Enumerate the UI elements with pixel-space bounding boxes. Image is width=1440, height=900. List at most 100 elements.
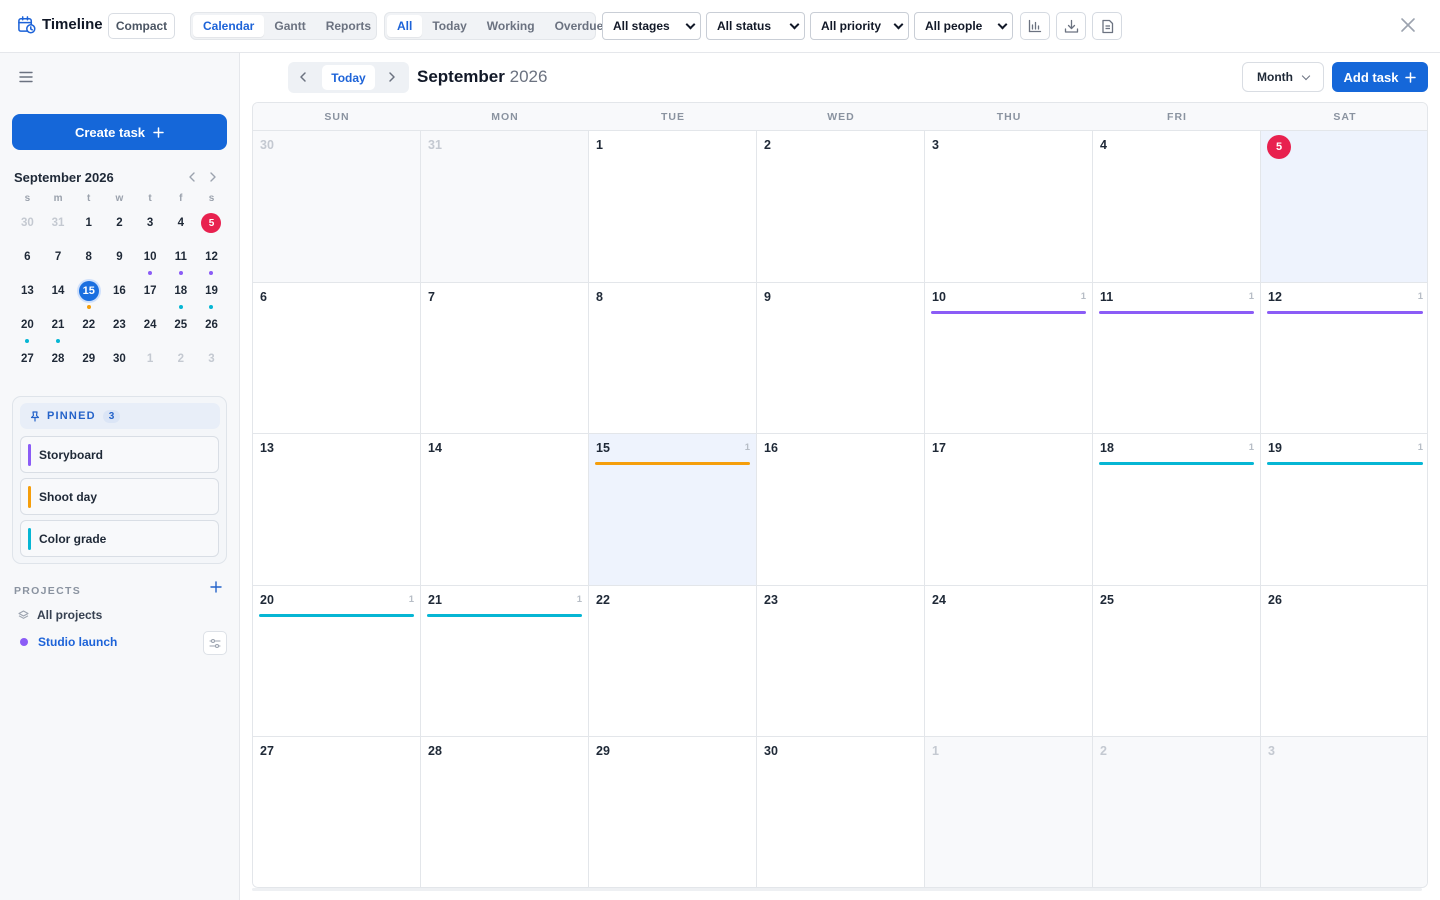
mini-calendar-prev-icon[interactable] [187,171,197,183]
add-project-icon[interactable] [210,581,222,593]
project-item-studio-launch[interactable]: Studio launch [20,635,117,649]
calendar-day-cell[interactable]: 30 [757,737,925,887]
calendar-day-cell[interactable]: 23 [757,585,925,738]
tab-calendar[interactable]: Calendar [193,15,265,37]
stats-button[interactable] [1020,12,1050,40]
calendar-day-cell[interactable]: 20 1 [253,585,421,738]
mini-day[interactable]: 3 [135,209,166,243]
mini-day[interactable]: 7 [43,243,74,277]
calendar-day-cell[interactable]: 10 1 [925,282,1093,435]
tab-gantt[interactable]: Gantt [264,15,315,37]
pinned-header[interactable]: PINNED 3 [20,403,220,429]
task-bar[interactable] [931,310,1086,314]
mini-day[interactable]: 26 [196,311,227,345]
today-button[interactable]: Today [322,65,375,90]
mini-day[interactable]: 28 [43,345,74,379]
calendar-day-cell[interactable]: 16 [757,434,925,586]
mini-day[interactable]: 20 [12,311,43,345]
status-filter-select[interactable]: All status [706,12,805,40]
filter-tab-today[interactable]: Today [422,15,476,37]
mini-day[interactable]: 1 [135,345,166,379]
chevron-left-icon[interactable] [297,71,309,83]
mini-day[interactable]: 5 [196,209,227,243]
task-bar[interactable] [427,613,582,617]
calendar-day-cell[interactable]: 7 [421,282,589,435]
mini-day[interactable]: 1 [73,209,104,243]
chevron-right-icon[interactable] [386,71,398,83]
task-bar[interactable] [1267,462,1423,466]
calendar-day-cell[interactable]: 24 [925,585,1093,738]
calendar-day-cell[interactable]: 6 [253,282,421,435]
calendar-day-cell[interactable]: 1 [925,737,1093,887]
pinned-item-shoot-day[interactable]: Shoot day [20,478,219,515]
compact-toggle-button[interactable]: Compact [108,13,175,39]
document-button[interactable] [1092,12,1122,40]
calendar-day-cell[interactable]: 22 [589,585,757,738]
task-bar[interactable] [1099,310,1254,314]
mini-day[interactable]: 27 [12,345,43,379]
mini-day[interactable]: 15 [73,277,104,311]
calendar-day-cell[interactable]: 19 1 [1261,434,1427,586]
mini-calendar-next-icon[interactable] [208,171,218,183]
mini-day[interactable]: 12 [196,243,227,277]
calendar-day-cell[interactable]: 28 [421,737,589,887]
all-projects-item[interactable]: All projects [18,608,102,622]
mini-day[interactable]: 11 [165,243,196,277]
calendar-day-cell[interactable]: 3 [1261,737,1427,887]
calendar-day-cell[interactable]: 26 [1261,585,1427,738]
mini-day[interactable]: 30 [104,345,135,379]
calendar-day-cell[interactable]: 2 [1093,737,1261,887]
mini-day[interactable]: 9 [104,243,135,277]
horizontal-scrollbar[interactable] [252,888,1422,891]
calendar-day-cell[interactable]: 8 [589,282,757,435]
mini-day[interactable]: 6 [12,243,43,277]
mini-day[interactable]: 24 [135,311,166,345]
mini-day[interactable]: 2 [104,209,135,243]
mini-day[interactable]: 22 [73,311,104,345]
calendar-day-cell[interactable]: 5 [1261,131,1427,283]
pinned-item-storyboard[interactable]: Storyboard [20,436,219,473]
mini-day[interactable]: 14 [43,277,74,311]
stage-filter-select[interactable]: All stages [602,12,701,40]
mini-day[interactable]: 2 [165,345,196,379]
calendar-day-cell[interactable]: 2 [757,131,925,283]
calendar-day-cell[interactable]: 1 [589,131,757,283]
mini-day[interactable]: 13 [12,277,43,311]
export-download-button[interactable] [1056,12,1086,40]
mini-day[interactable]: 3 [196,345,227,379]
mini-day[interactable]: 17 [135,277,166,311]
mini-day[interactable]: 23 [104,311,135,345]
view-mode-select[interactable]: Month [1242,62,1324,92]
mini-day[interactable]: 18 [165,277,196,311]
calendar-day-cell[interactable]: 25 [1093,585,1261,738]
calendar-day-cell[interactable]: 3 [925,131,1093,283]
calendar-day-cell[interactable]: 30 [253,131,421,283]
task-bar[interactable] [1267,310,1423,314]
calendar-day-cell[interactable]: 27 [253,737,421,887]
people-filter-select[interactable]: All people [914,12,1013,40]
filter-tab-all[interactable]: All [387,15,423,37]
mini-day[interactable]: 19 [196,277,227,311]
mini-day[interactable]: 21 [43,311,74,345]
calendar-day-cell[interactable]: 17 [925,434,1093,586]
mini-day[interactable]: 8 [73,243,104,277]
task-bar[interactable] [1099,462,1254,466]
hamburger-menu-icon[interactable] [19,71,33,83]
calendar-day-cell[interactable]: 14 [421,434,589,586]
project-settings-button[interactable] [203,631,227,655]
calendar-day-cell[interactable]: 18 1 [1093,434,1261,586]
calendar-day-cell[interactable]: 21 1 [421,585,589,738]
calendar-day-cell[interactable]: 12 1 [1261,282,1427,435]
task-bar[interactable] [259,613,414,617]
filter-tab-working[interactable]: Working [477,15,545,37]
calendar-day-cell[interactable]: 9 [757,282,925,435]
mini-day[interactable]: 16 [104,277,135,311]
create-task-button[interactable]: Create task [12,114,227,150]
tab-reports[interactable]: Reports [316,15,381,37]
add-task-button[interactable]: Add task [1332,62,1428,92]
mini-day[interactable]: 25 [165,311,196,345]
mini-day[interactable]: 29 [73,345,104,379]
mini-day[interactable]: 10 [135,243,166,277]
mini-day[interactable]: 4 [165,209,196,243]
calendar-day-cell[interactable]: 13 [253,434,421,586]
